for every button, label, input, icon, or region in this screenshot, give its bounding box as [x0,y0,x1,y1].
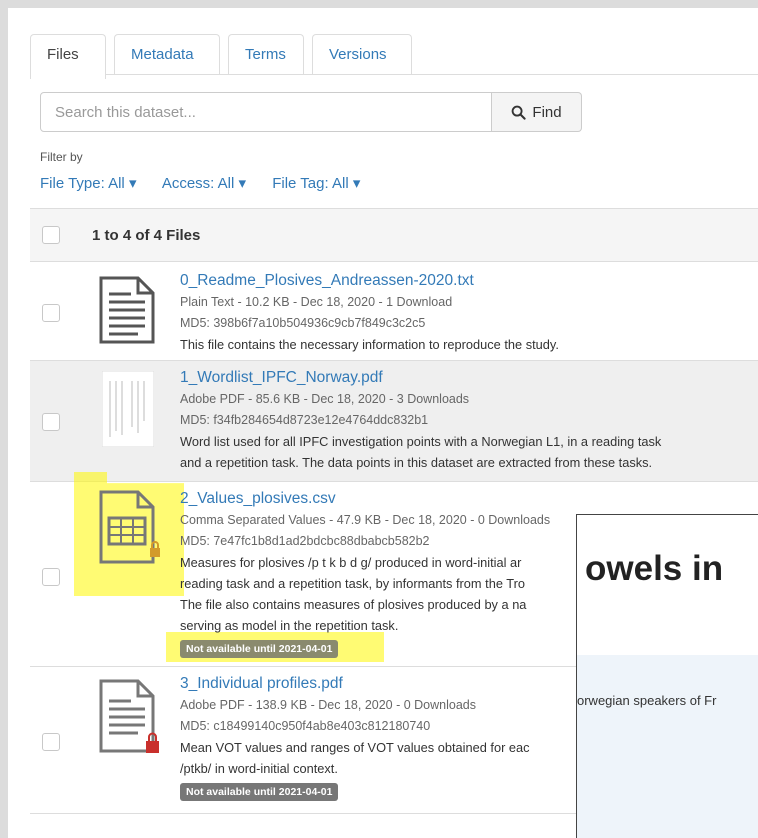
row-checkbox[interactable] [42,304,60,322]
file-md5: MD5: 398b6f7a10b504936c9cb7f849c3c2c5 [180,316,426,330]
table-row: 0_Readme_Plosives_Andreassen-2020.txt Pl… [30,262,758,361]
file-md5: MD5: f34fb284654d8723e12e4764ddc832b1 [180,413,429,427]
spreadsheet-file-icon [99,490,160,564]
overlay-heading: owels in [585,549,724,588]
search-icon [512,105,527,120]
find-button[interactable]: Find [492,92,582,132]
file-tag-filter[interactable]: File Tag: All ▾ [272,175,360,192]
restricted-badge: Not available until 2021-04-01 [180,783,339,801]
file-tag-filter-label: File Tag: All [272,175,349,192]
caret-down-icon: ▾ [352,175,361,192]
tab-metadata[interactable]: Metadata [114,34,220,74]
access-filter-label: Access: All [161,175,235,192]
overlay-subtext: orwegian speakers of Fr [577,693,717,708]
row-checkbox[interactable] [42,733,60,751]
file-info: 1_Wordlist_IPFC_Norway.pdf Adobe PDF - 8… [180,367,758,473]
tab-terms[interactable]: Terms [228,34,304,74]
access-filter[interactable]: Access: All ▾ [162,175,246,192]
file-type-filter-label: File Type: All [40,175,125,192]
table-row: 1_Wordlist_IPFC_Norway.pdf Adobe PDF - 8… [30,361,758,482]
pdf-file-locked-icon [99,679,159,753]
dataset-search: Find [40,92,582,132]
filter-label: Filter by [40,150,83,164]
file-count: 1 to 4 of 4 Files [92,227,201,244]
tab-bar: Files Metadata Terms Versions [30,30,758,79]
file-name-link[interactable]: 2_Values_plosives.csv [180,488,758,510]
find-button-label: Find [532,103,562,121]
overlapping-window: owels in orwegian speakers of Fr [576,514,758,838]
search-input[interactable] [40,92,492,132]
file-description: This file contains the necessary informa… [180,337,559,352]
overlay-panel [577,655,758,838]
file-description: and a repetition task. The data points i… [180,455,653,470]
filter-bar: File Type: All ▾ Access: All ▾ File Tag:… [40,174,382,192]
table-header: 1 to 4 of 4 Files [30,208,758,262]
caret-down-icon: ▾ [238,175,247,192]
caret-down-icon: ▾ [128,175,137,192]
row-checkbox[interactable] [42,413,60,431]
file-description: Word list used for all IPFC investigatio… [180,434,662,449]
file-meta: Plain Text - 10.2 KB - Dec 18, 2020 - 1 … [180,295,453,309]
restricted-badge: Not available until 2021-04-01 [180,640,339,658]
file-meta: Adobe PDF - 85.6 KB - Dec 18, 2020 - 3 D… [180,392,470,406]
file-type-filter[interactable]: File Type: All ▾ [40,175,136,192]
text-file-icon [99,276,155,344]
dataset-files-panel: Files Metadata Terms Versions Find Filte… [8,8,758,838]
row-checkbox[interactable] [42,568,60,586]
select-all-checkbox[interactable] [42,226,60,244]
file-name-link[interactable]: 1_Wordlist_IPFC_Norway.pdf [180,367,758,389]
tab-files[interactable]: Files [30,34,106,79]
pdf-thumbnail-icon [102,371,154,447]
file-name-link[interactable]: 0_Readme_Plosives_Andreassen-2020.txt [180,270,758,292]
file-info: 0_Readme_Plosives_Andreassen-2020.txt Pl… [180,270,758,355]
tab-versions[interactable]: Versions [312,34,412,74]
